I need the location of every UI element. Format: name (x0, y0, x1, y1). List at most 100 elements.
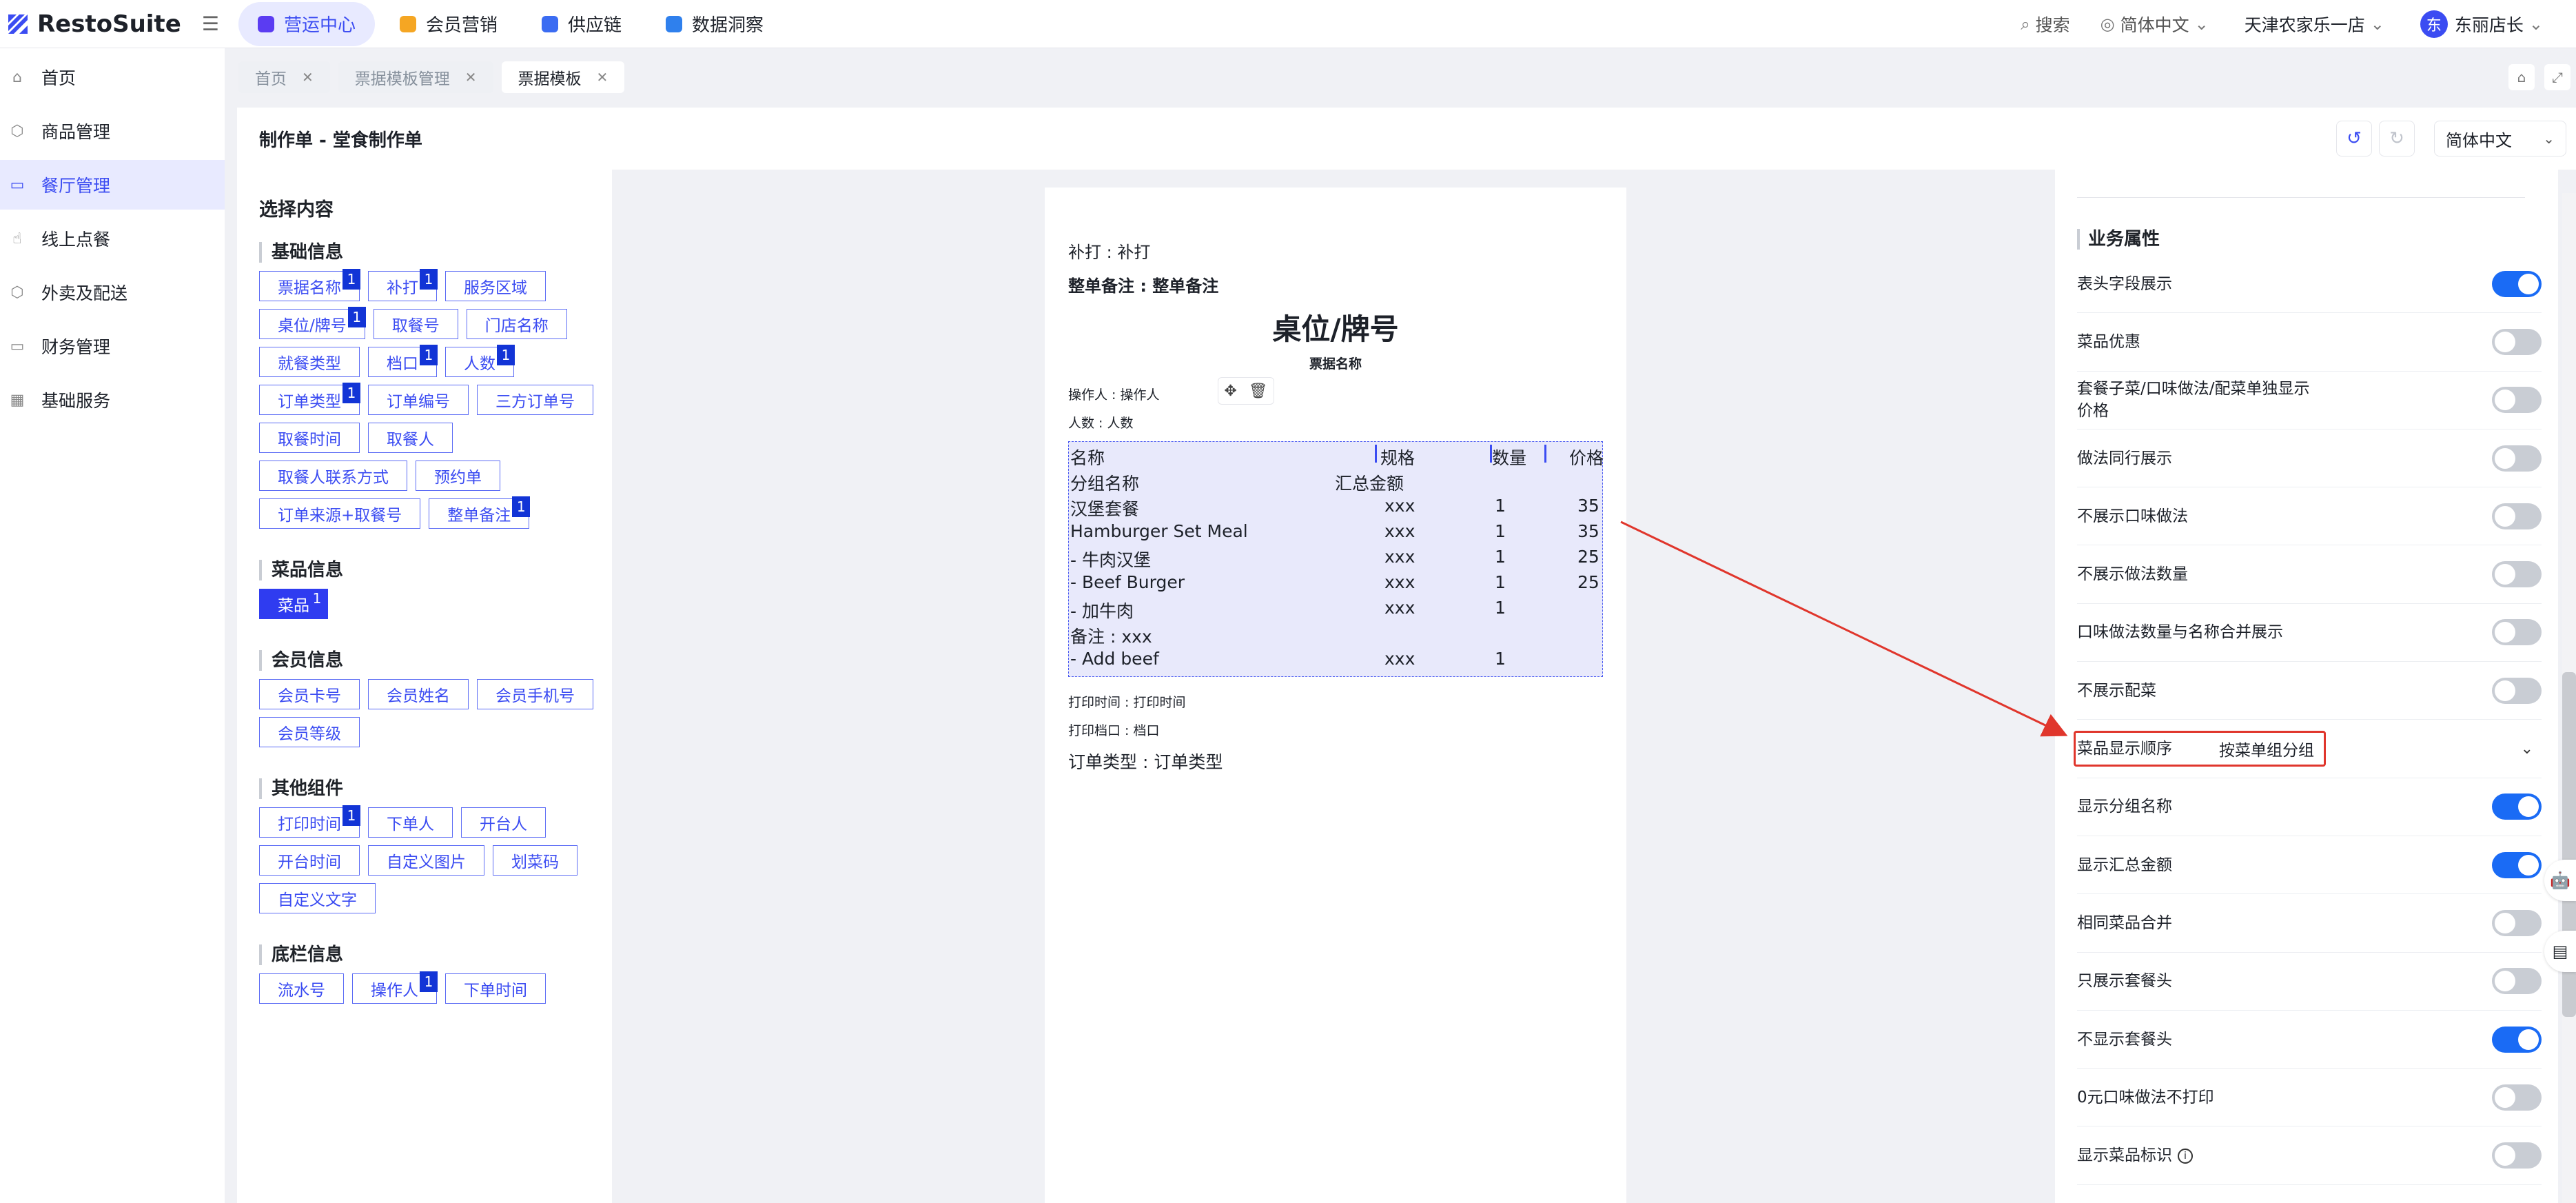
sidebar-item-2[interactable]: ▭ 餐厅管理 (0, 160, 225, 210)
content-chip[interactable]: 开台人 (461, 807, 546, 838)
content-chip[interactable]: 整单备注 1 (429, 496, 531, 529)
language-switch[interactable]: ◎ 简体中文 ⌄ (2100, 12, 2214, 37)
content-chip[interactable]: 自定义图片 (368, 845, 484, 876)
close-icon[interactable]: ✕ (302, 69, 314, 85)
ticket-stall[interactable]: 打印档口 : 档口 (1068, 720, 1603, 739)
column-resize-handle[interactable] (1544, 445, 1546, 463)
content-chip[interactable]: 订单编号 (368, 385, 469, 415)
ticket-order-note[interactable]: 整单备注 : 整单备注 (1068, 272, 1603, 296)
content-chip[interactable]: 划菜码 (493, 845, 577, 876)
content-chip[interactable]: 订单类型 1 (259, 383, 360, 415)
close-icon[interactable]: ✕ (597, 69, 609, 85)
content-chip[interactable]: 下单人 (368, 807, 453, 838)
setting-label: 不展示配菜 (2077, 680, 2311, 702)
sidebar-item-4[interactable]: ⬡ 外卖及配送 (0, 267, 225, 317)
ticket-print-time[interactable]: 打印时间 : 打印时间 (1068, 692, 1603, 711)
column-resize-handle[interactable] (1490, 445, 1492, 463)
setting-toggle[interactable] (2492, 561, 2542, 588)
content-chip[interactable]: 流水号 (259, 973, 344, 1004)
content-chip[interactable]: 取餐时间 (259, 423, 360, 453)
content-chip[interactable]: 桌位/牌号 1 (259, 307, 366, 339)
ticket-guests[interactable]: 人数 : 人数 (1068, 413, 1603, 432)
page-tab-0[interactable]: 首页 ✕ (238, 61, 330, 93)
setting-toggle[interactable] (2492, 387, 2542, 414)
content-chip[interactable]: 操作人 1 (352, 971, 438, 1004)
nav-tab-1[interactable]: 会员营销 (380, 2, 517, 46)
ticket-cell-spec: xxx (1384, 649, 1415, 669)
setting-label: 只展示套餐头 (2077, 970, 2311, 992)
setting-toggle[interactable] (2492, 445, 2542, 472)
content-chip[interactable]: 订单来源+取餐号 (259, 498, 421, 529)
ticket-table-no[interactable]: 桌位/牌号 (1068, 306, 1603, 348)
nav-tab-label: 供应链 (568, 15, 622, 36)
nav-tab-3[interactable]: 数据洞察 (646, 2, 783, 46)
ticket-reprint[interactable]: 补打 : 补打 (1068, 239, 1603, 263)
content-chip[interactable]: 门店名称 (466, 309, 567, 339)
content-chip[interactable]: 补打 1 (368, 269, 438, 301)
setting-row: 显示汇总金额 (2077, 836, 2542, 895)
trash-icon[interactable]: 🗑 (1249, 383, 1268, 400)
content-chip[interactable]: 服务区域 (445, 271, 546, 301)
content-chip[interactable]: 会员卡号 (259, 679, 360, 709)
nav-tab-2[interactable]: 供应链 (522, 2, 641, 46)
content-chip[interactable]: 会员等级 (259, 717, 360, 747)
count-badge: 1 (312, 590, 322, 607)
setting-toggle[interactable] (2492, 968, 2542, 995)
page-tab-1[interactable]: 票据模板管理 ✕ (338, 61, 493, 93)
setting-toggle[interactable] (2492, 677, 2542, 704)
nav-tab-0[interactable]: 营运中心 (238, 1, 376, 46)
content-chip[interactable]: 开台时间 (259, 845, 360, 876)
ticket-order-type[interactable]: 订单类型 : 订单类型 (1068, 749, 1603, 774)
ticket-name[interactable]: 票据名称 (1068, 354, 1603, 372)
content-chip[interactable]: 预约单 (416, 461, 500, 491)
content-chip[interactable]: 下单时间 (445, 973, 546, 1004)
setting-toggle[interactable] (2492, 270, 2542, 297)
setting-toggle[interactable] (2492, 793, 2542, 820)
sidebar-item-3[interactable]: ☝ 线上点餐 (0, 214, 225, 263)
undo-button[interactable]: ↺ (2336, 121, 2372, 156)
sidebar-item-0[interactable]: ⌂ 首页 (0, 52, 225, 102)
sidebar-item-1[interactable]: ⬡ 商品管理 (0, 106, 225, 156)
fullscreen-icon[interactable]: ⤢ (2544, 64, 2570, 90)
store-switch[interactable]: 天津农家乐一店 ⌄ (2245, 12, 2390, 37)
ticket-items-block[interactable]: 名称 规格 数量 价格 分组名称 汇总金额 汉堡套餐 xxx 1 35 Hamburger Set … (1068, 441, 1604, 677)
setting-toggle[interactable] (2492, 503, 2542, 529)
search-button[interactable]: ⌕ 搜索 (2021, 12, 2069, 37)
template-language-select[interactable]: 简体中文 ⌄ (2434, 121, 2566, 156)
setting-toggle[interactable] (2492, 619, 2542, 646)
content-chip[interactable]: 三方订单号 (477, 385, 593, 415)
content-chip[interactable]: 打印时间 1 (259, 805, 360, 838)
user-menu[interactable]: 东 东丽店长 ⌄ (2420, 10, 2548, 38)
content-chip[interactable]: 人数 1 (445, 345, 515, 377)
ticket-operator[interactable]: 操作人 : 操作人 (1068, 385, 1603, 403)
setting-toggle[interactable] (2492, 1026, 2542, 1053)
setting-toggle[interactable] (2492, 1142, 2542, 1169)
content-chip[interactable]: 取餐人联系方式 (259, 461, 407, 491)
setting-toggle[interactable] (2492, 909, 2542, 936)
content-chip[interactable]: 票据名称 1 (259, 269, 360, 301)
redo-button[interactable]: ↻ (2379, 121, 2415, 156)
content-chip[interactable]: 会员姓名 (368, 679, 469, 709)
content-chip[interactable]: 取餐号 (373, 309, 458, 339)
setting-toggle[interactable] (2492, 328, 2542, 355)
ticket-cell-name: - Beef Burger (1070, 572, 1185, 592)
chip-group: 打印时间 1 下单人 开台人开台时间 自定义图片 划菜码自定义文字 (259, 805, 604, 921)
sidebar-item-6[interactable]: ▦ 基础服务 (0, 375, 225, 425)
page-tab-2[interactable]: 票据模板 ✕ (501, 61, 625, 93)
home-lock-icon[interactable]: ⌂ (2508, 64, 2535, 90)
content-chip[interactable]: 就餐类型 (259, 347, 360, 377)
content-chip[interactable]: 会员手机号 (477, 679, 593, 709)
content-chip[interactable]: 菜品 1 (259, 589, 328, 619)
content-chip[interactable]: 取餐人 (368, 423, 453, 453)
close-icon[interactable]: ✕ (465, 69, 477, 85)
content-chip[interactable]: 档口 1 (368, 345, 438, 377)
info-icon[interactable]: i (2178, 1148, 2193, 1164)
logo[interactable]: RestoSuite ☰ (4, 10, 232, 38)
column-resize-handle[interactable] (1375, 445, 1377, 463)
move-icon[interactable]: ✥ (1224, 383, 1236, 400)
setting-toggle[interactable] (2492, 1084, 2542, 1111)
setting-toggle[interactable] (2492, 851, 2542, 878)
sidebar-item-5[interactable]: ▭ 财务管理 (0, 321, 225, 371)
content-chip[interactable]: 自定义文字 (259, 883, 376, 913)
menu-collapse-icon[interactable]: ☰ (202, 12, 219, 35)
